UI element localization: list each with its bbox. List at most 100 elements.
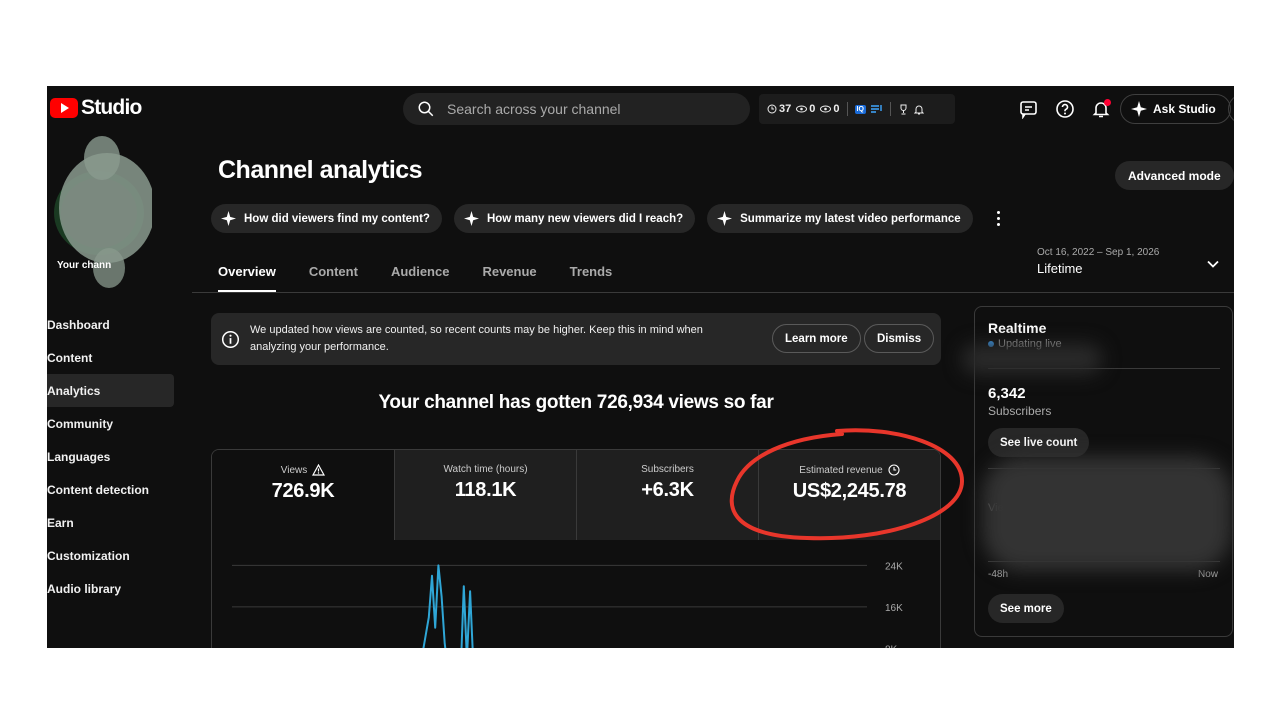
bell-icon[interactable]	[913, 104, 924, 115]
tabs-divider	[192, 292, 1234, 293]
metric-estimated-revenue[interactable]: Estimated revenue US$2,245.78	[758, 450, 940, 540]
extension-stat-1: 37	[767, 103, 791, 115]
metric-views[interactable]: Views 726.9K	[212, 450, 394, 540]
trophy-icon[interactable]	[898, 104, 909, 115]
dismiss-button[interactable]: Dismiss	[864, 324, 935, 353]
sparkle-icon	[463, 211, 479, 226]
search-input[interactable]	[447, 101, 717, 117]
sidebar-item-earn[interactable]: Earn	[47, 506, 174, 539]
ask-studio-button[interactable]: Ask Studio	[1120, 94, 1231, 124]
sidebar-item-content[interactable]: Content	[47, 341, 174, 374]
channel-name: Your chann	[57, 260, 112, 271]
clock-icon	[888, 464, 900, 476]
tab-content[interactable]: Content	[309, 264, 358, 292]
account-button[interactable]	[1228, 94, 1234, 124]
sidebar-item-community[interactable]: Community	[47, 407, 174, 440]
chart-y-tick-label: 24K	[885, 561, 903, 572]
date-range-text: Oct 16, 2022 – Sep 1, 2026	[1037, 247, 1160, 258]
live-dot-icon	[988, 341, 994, 347]
extension-toolbar[interactable]: 37 0 0 IQ	[759, 94, 955, 124]
learn-more-button[interactable]: Learn more	[772, 324, 861, 353]
notification-badge	[1104, 99, 1111, 106]
divider	[988, 368, 1220, 369]
metric-value: 726.9K	[271, 480, 335, 502]
divider	[846, 102, 848, 116]
extension-stat-3: 0	[820, 103, 840, 115]
tab-overview[interactable]: Overview	[218, 264, 276, 292]
realtime-status: Updating live	[988, 338, 1219, 350]
date-range-picker[interactable]: Oct 16, 2022 – Sep 1, 2026 Lifetime	[1037, 247, 1159, 276]
eye-icon	[796, 105, 808, 113]
extension-badge-icon[interactable]: IQ	[854, 104, 866, 114]
realtime-axis-start: -48h	[988, 569, 1009, 580]
realtime-card: Realtime Updating live 6,342 Subscribers…	[974, 306, 1233, 637]
sparkle-icon	[717, 211, 733, 226]
sidebar-item-audio-library[interactable]: Audio library	[47, 572, 174, 605]
sparkle-icon	[1131, 101, 1147, 117]
sidebar-item-dashboard[interactable]: Dashboard	[47, 308, 174, 341]
metric-label: Views	[280, 464, 308, 476]
banner-message: We updated how views are counted, so rec…	[250, 324, 703, 353]
page-title: Channel analytics	[218, 156, 423, 184]
sparkle-icon	[221, 211, 236, 226]
subscriber-count: 6,342	[988, 385, 1026, 402]
subscriber-label: Subscribers	[988, 404, 1052, 418]
help-icon[interactable]	[1053, 97, 1077, 121]
chart-y-tick-label: 8K	[885, 644, 898, 648]
chip-summarize-video[interactable]: Summarize my latest video performance	[707, 204, 973, 233]
tab-revenue[interactable]: Revenue	[482, 264, 536, 292]
ask-chips: How did viewers find my content? How man…	[211, 204, 1009, 233]
sidebar-item-languages[interactable]: Languages	[47, 440, 174, 473]
see-live-count-button[interactable]: See live count	[988, 428, 1090, 457]
sidebar-item-analytics[interactable]: Analytics	[47, 374, 174, 407]
divider	[889, 102, 891, 116]
metric-value: +6.3K	[641, 479, 694, 501]
realtime-subscribers: 6,342 Subscribers	[988, 385, 1051, 418]
views-line-chart: 24K 16K 8K	[232, 561, 903, 648]
logo-text: Studio	[81, 96, 142, 119]
realtime-title: Realtime	[988, 320, 1047, 336]
extension-stat-2: 0	[796, 103, 815, 115]
info-banner: We updated how views are counted, so rec…	[211, 313, 941, 365]
realtime-views-label: Views	[988, 502, 1018, 514]
advanced-mode-button[interactable]: Advanced mode	[1115, 161, 1234, 190]
tab-trends[interactable]: Trends	[570, 264, 613, 292]
eye-icon	[820, 105, 832, 113]
see-more-button[interactable]: See more	[988, 594, 1064, 623]
chart-y-tick-label: 16K	[885, 603, 903, 614]
tab-audience[interactable]: Audience	[391, 264, 450, 292]
metric-subscribers[interactable]: Subscribers +6.3K	[576, 450, 758, 540]
metric-value: US$2,245.78	[792, 480, 907, 502]
sidebar-item-content-detection[interactable]: Content detection	[47, 473, 174, 506]
metric-label: Estimated revenue	[799, 464, 883, 476]
info-icon	[221, 330, 240, 348]
chevron-down-icon[interactable]	[1206, 257, 1220, 271]
metric-label: Watch time (hours)	[443, 464, 528, 475]
metric-tabs: Views 726.9K Watch time (hours) 118.1K S…	[212, 450, 940, 540]
sidebar-item-customization[interactable]: Customization	[47, 539, 174, 572]
chip-viewer-sources[interactable]: How did viewers find my content?	[211, 204, 442, 233]
search-bar[interactable]	[403, 93, 750, 125]
studio-logo[interactable]: Studio	[50, 96, 142, 120]
list-icon[interactable]	[870, 104, 883, 114]
divider	[988, 468, 1220, 469]
youtube-logo-icon	[50, 98, 78, 118]
feedback-icon[interactable]	[1017, 97, 1041, 121]
header-actions	[1017, 97, 1113, 121]
metrics-card: Views 726.9K Watch time (hours) 118.1K S…	[211, 449, 941, 648]
chip-new-viewers[interactable]: How many new viewers did I reach?	[453, 204, 696, 233]
clock-icon	[767, 104, 777, 114]
sidebar-nav: Dashboard Content Analytics Community La…	[47, 308, 174, 605]
warning-icon	[312, 464, 326, 476]
search-icon	[418, 101, 434, 117]
youtube-studio-window: Studio 37 0 0 IQ	[47, 86, 1234, 648]
more-options-icon[interactable]	[989, 204, 1009, 233]
metric-value: 118.1K	[454, 479, 517, 501]
notifications-icon[interactable]	[1089, 97, 1113, 121]
date-range-label: Lifetime	[1037, 261, 1083, 276]
realtime-axis-end: Now	[1197, 569, 1218, 580]
analytics-tabs: Overview Content Audience Revenue Trends	[218, 264, 612, 292]
metric-label: Subscribers	[641, 464, 694, 475]
metric-watch-time[interactable]: Watch time (hours) 118.1K	[394, 450, 576, 540]
realtime-chart-baseline	[988, 561, 1220, 562]
